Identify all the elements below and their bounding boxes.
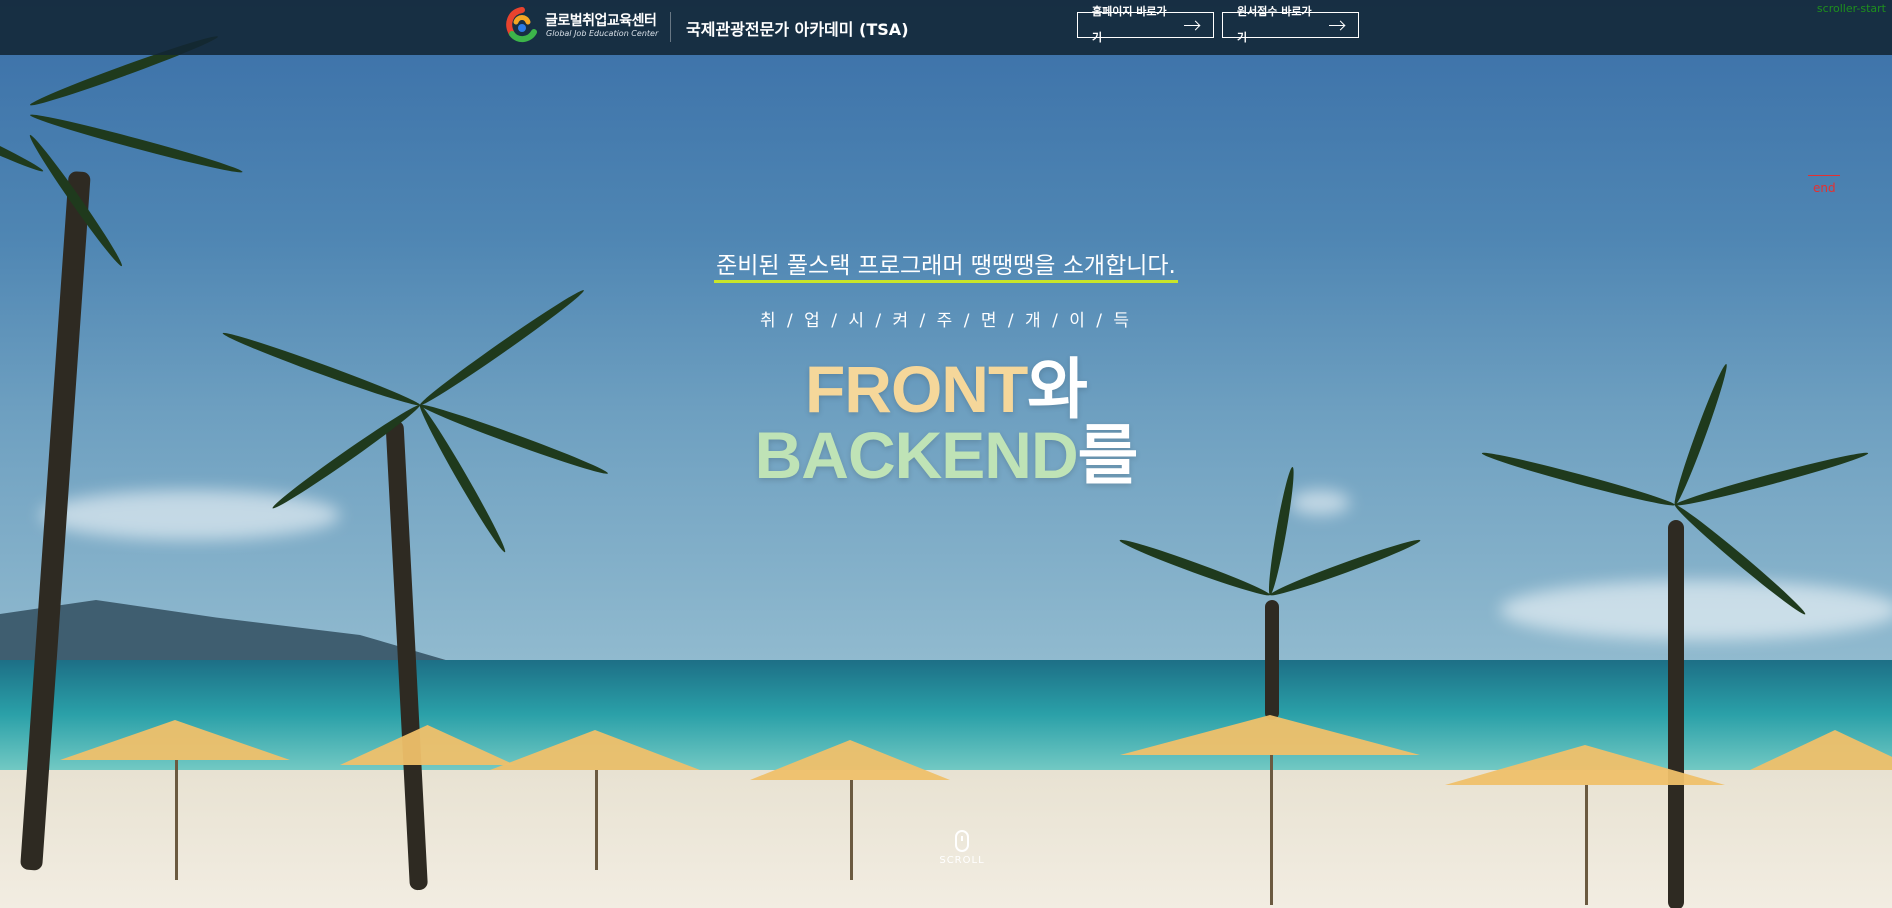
arrow-right-icon [1328, 24, 1344, 26]
backend-suffix: 를 [1077, 418, 1139, 492]
hero-intro-text: 준비된 풀스택 프로그래머 땡땡땡을 소개합니다. [716, 253, 1176, 279]
mouse-icon [955, 830, 969, 852]
scroll-indicator[interactable]: SCROLL [937, 830, 987, 866]
homepage-link-button[interactable]: 홈페이지 바로가기 [1077, 5, 1214, 44]
scroll-label: SCROLL [939, 855, 985, 866]
hero-intro: 준비된 풀스택 프로그래머 땡땡땡을 소개합니다. [0, 246, 1892, 280]
scroller-start-marker: scroller-start [1816, 2, 1886, 15]
homepage-link-label: 홈페이지 바로가기 [1092, 5, 1167, 44]
site-header: 글로벌취업교육센터 Global Job Education Center 국제… [0, 0, 1892, 55]
end-marker-line [1808, 175, 1840, 176]
hero-job-words: 취 / 업 / 시 / 켜 / 주 / 면 / 개 / 이 / 득 [759, 311, 1133, 331]
application-link-label: 원서접수 바로가기 [1237, 5, 1312, 44]
arrow-right-icon [1183, 24, 1199, 26]
brand-name-english: Global Job Education Center [546, 29, 659, 38]
global-job-center-logo-icon[interactable] [500, 6, 540, 46]
brand-name-korean: 글로벌취업교육센터 [545, 13, 657, 29]
application-link-button[interactable]: 원서접수 바로가기 [1222, 5, 1359, 44]
end-marker-label: end [1813, 181, 1836, 195]
hero-section: 준비된 풀스택 프로그래머 땡땡땡을 소개합니다. 취 / 업 / 시 / 켜 … [0, 0, 1892, 908]
hero-title-line-2: BACKEND를 [0, 402, 1892, 498]
backend-word: BACKEND [754, 418, 1079, 492]
header-divider [670, 12, 671, 42]
academy-title: 국제관광전문가 아카데미 (TSA) [686, 20, 909, 39]
